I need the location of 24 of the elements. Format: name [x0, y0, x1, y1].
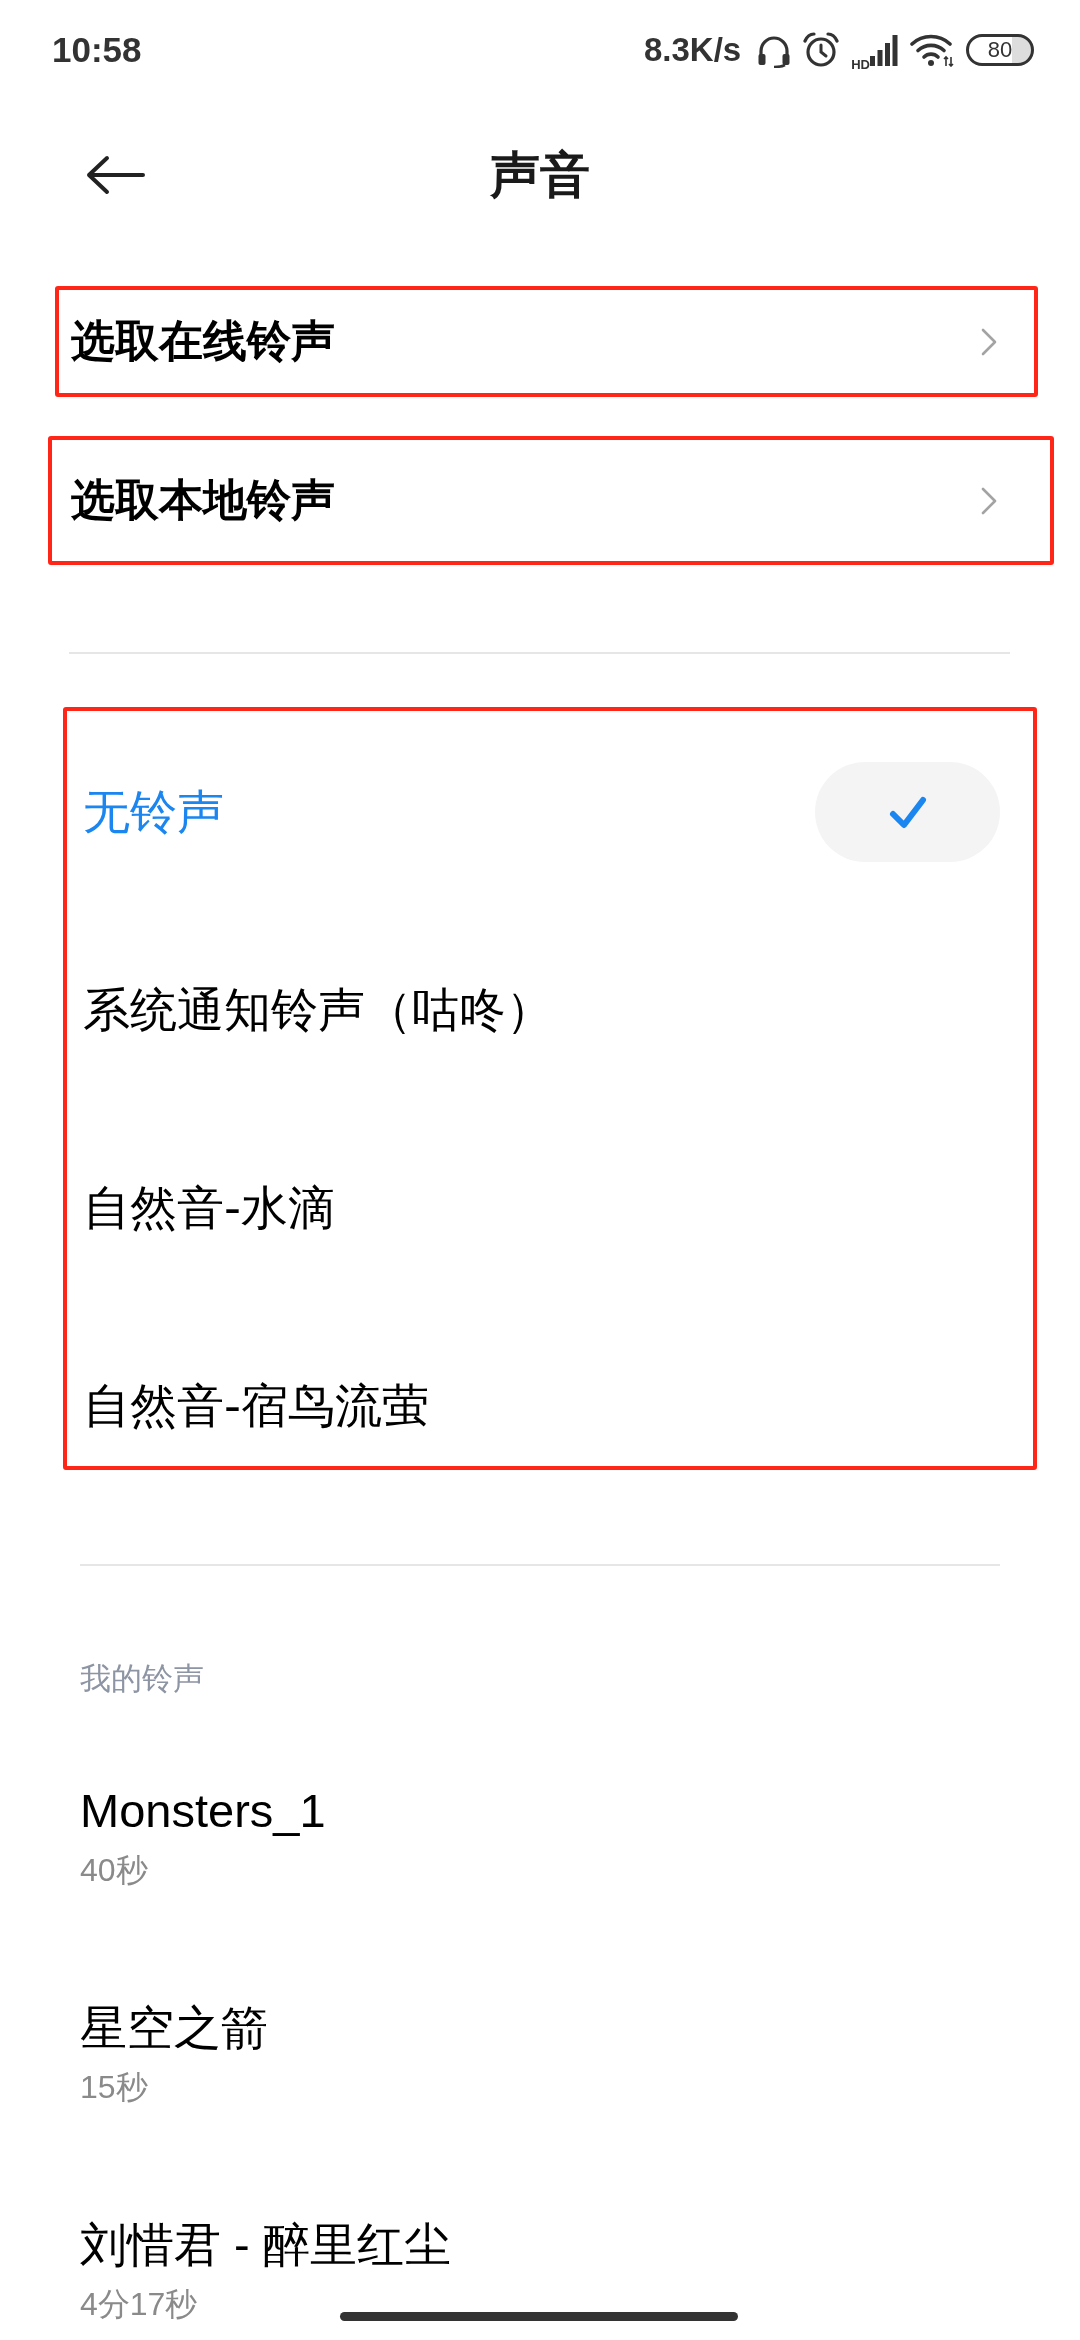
chevron-right-icon [981, 327, 997, 356]
network-speed: 8.3K/s [644, 31, 742, 69]
ringtone-duration: 4分17秒 [80, 2285, 198, 2324]
chevron-right-icon [981, 486, 997, 515]
battery-indicator: 80 [966, 34, 1034, 66]
ringtone-duration: 40秒 [80, 1851, 148, 1890]
ringtone-option[interactable]: 自然音-宿鸟流萤 [83, 1346, 1000, 1466]
menu-row[interactable]: 选取在线铃声 [59, 290, 1034, 393]
wifi-icon [910, 33, 954, 67]
back-arrow-icon [85, 155, 145, 195]
ringtone-title[interactable]: 星空之箭 [80, 1998, 268, 2058]
menu-row[interactable]: 选取本地铃声 [52, 440, 1050, 561]
network-type-label: HD [851, 57, 870, 71]
signal-strength-icon [870, 34, 898, 66]
page-title: 声音 [490, 144, 590, 206]
ringtone-title[interactable]: Monsters_1 [80, 1781, 326, 1841]
ringtone-option[interactable]: 自然音-水滴 [83, 1148, 1000, 1268]
section-heading: 我的铃声 [80, 1659, 204, 1698]
status-time: 10:58 [52, 30, 142, 70]
ringtone-option[interactable]: 无铃声 [83, 752, 1000, 872]
alarm-clock-icon [803, 32, 840, 68]
ringtone-title[interactable]: 刘惜君 - 醉里红尘 [80, 2215, 451, 2275]
ringtone-duration: 15秒 [80, 2068, 148, 2107]
ringtone-option[interactable]: 系统通知铃声（咕咚） [83, 950, 1000, 1070]
